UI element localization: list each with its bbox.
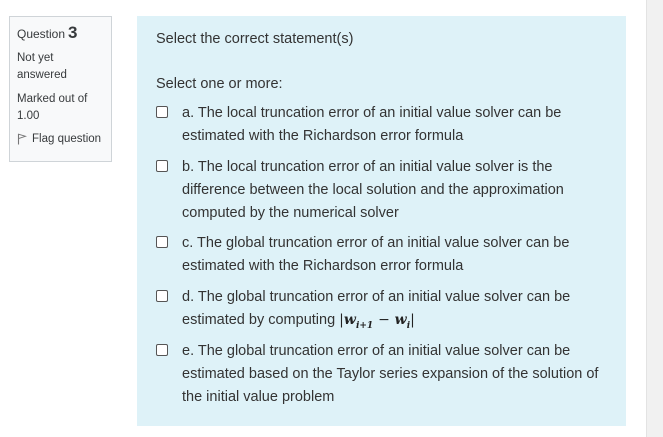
option-c-checkbox[interactable] [156,236,168,248]
option-d-math: |wi+1 − wi| [339,312,415,331]
question-label: Question [17,27,66,41]
answer-option-a: a. The local truncation error of an init… [156,102,602,148]
question-number-value: 3 [68,23,78,42]
flag-question-label: Flag question [32,133,102,145]
option-e-checkbox[interactable] [156,344,168,356]
option-e-label[interactable]: e. The global truncation error of an ini… [182,340,602,409]
option-b-label[interactable]: b. The local truncation error of an init… [182,156,602,225]
answer-option-b: b. The local truncation error of an init… [156,156,602,225]
answer-prompt: Select one or more: [156,76,283,92]
page-scrollbar[interactable] [646,0,663,437]
question-state: Not yet answered [17,52,67,81]
option-a-label[interactable]: a. The local truncation error of an init… [182,102,602,148]
option-d-text[interactable]: d. The global truncation error of an ini… [182,286,602,338]
question-number: Question 3 [17,23,111,43]
option-c-label[interactable]: c. The global truncation error of an ini… [182,232,602,278]
question-grade: Marked out of 1.00 [17,93,88,122]
flag-question-button[interactable]: Flag question [17,133,111,145]
option-a-checkbox[interactable] [156,106,168,118]
answer-option-d: d. The global truncation error of an ini… [156,286,602,338]
answer-option-e: e. The global truncation error of an ini… [156,340,602,409]
option-b-checkbox[interactable] [156,160,168,172]
question-content: Select the correct statement(s) Select o… [137,16,626,426]
answer-option-c: c. The global truncation error of an ini… [156,232,602,278]
question-text: Select the correct statement(s) [156,31,354,47]
flag-icon [17,133,27,145]
option-d-checkbox[interactable] [156,290,168,302]
question-info-panel: Question 3 Not yet answered Marked out o… [9,16,112,162]
